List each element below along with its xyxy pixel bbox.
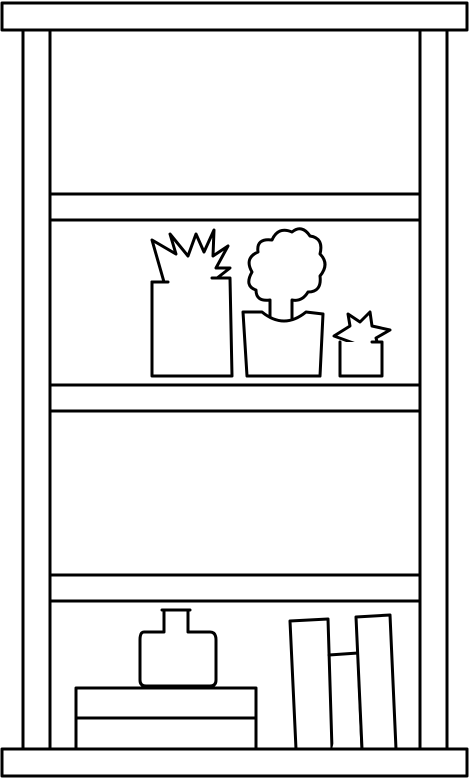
bottom-board bbox=[0, 747, 469, 778]
lying-book-icon bbox=[74, 686, 258, 751]
shelf-board-1 bbox=[48, 192, 422, 222]
standing-book-icon bbox=[288, 613, 398, 751]
spiky-plant-icon bbox=[150, 228, 234, 378]
bottle-vase-icon bbox=[138, 608, 218, 688]
top-board bbox=[0, 1, 469, 32]
shelf-board-2 bbox=[48, 383, 422, 413]
bottom-shelf-items bbox=[74, 608, 398, 751]
shelf-board-3 bbox=[48, 573, 422, 603]
bookshelf-frame bbox=[0, 1, 469, 778]
potted-plants bbox=[150, 227, 392, 378]
right-post bbox=[418, 28, 449, 751]
star-succulent-icon bbox=[332, 310, 392, 378]
bookshelf-scene bbox=[0, 0, 469, 780]
round-bush-plant-icon bbox=[241, 227, 327, 378]
bookshelf-illustration bbox=[0, 1, 469, 778]
left-post bbox=[21, 28, 52, 751]
